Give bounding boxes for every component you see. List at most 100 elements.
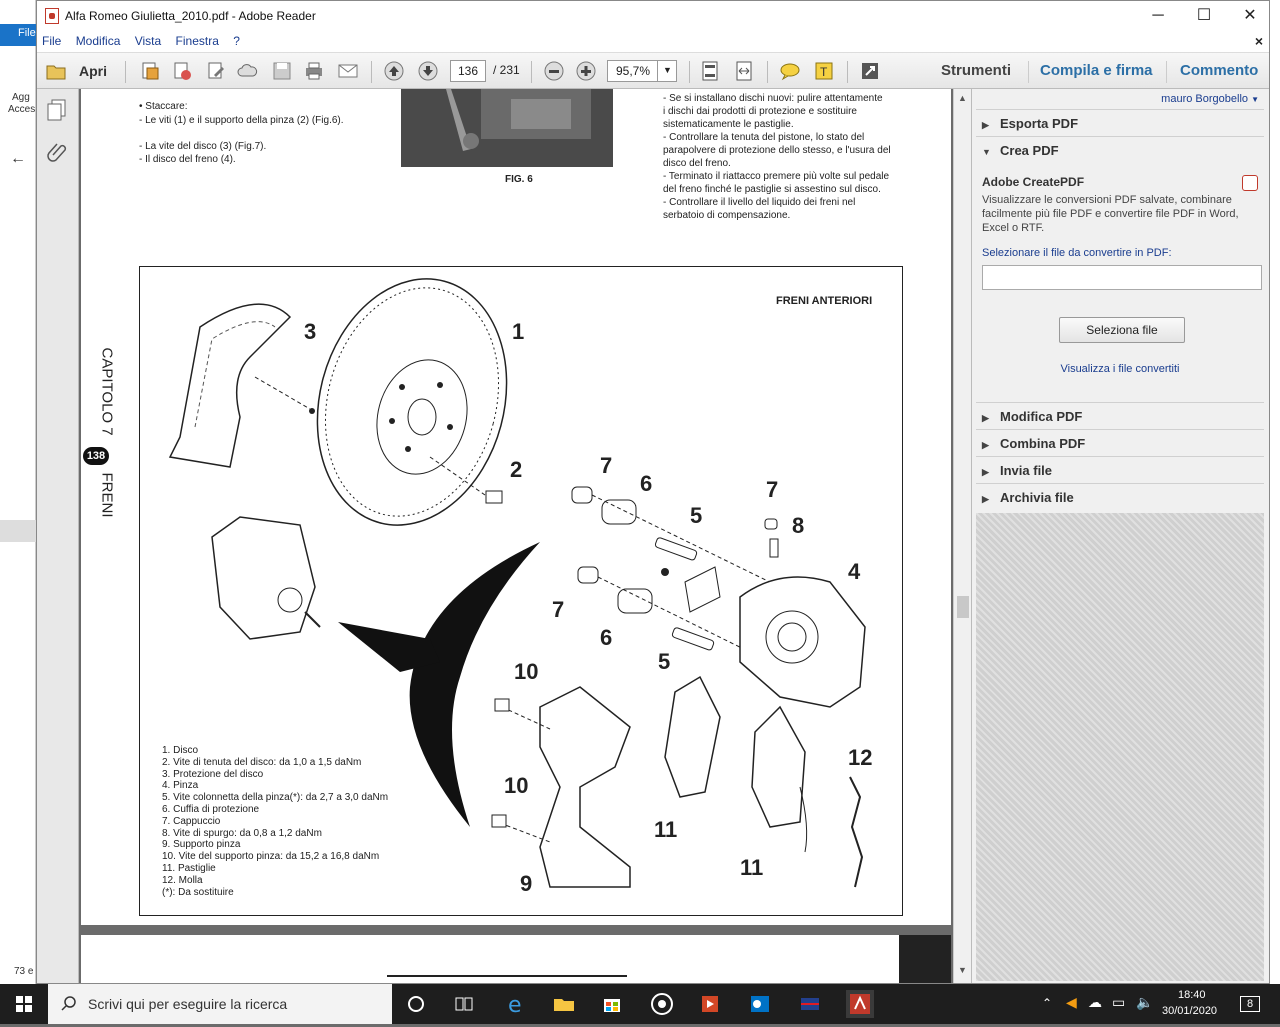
figure-caption: FIG. 6 [505,174,533,185]
close-button[interactable]: ✕ [1227,1,1273,31]
callout-4: 4 [848,559,861,584]
menu-help[interactable]: ? [228,31,246,48]
section-esporta-pdf[interactable]: ▶ Esporta PDF [976,109,1264,136]
network-icon[interactable]: ▭ [1112,994,1125,1011]
legend-item: 12. Molla [162,874,203,886]
file-explorer-icon[interactable] [550,990,578,1018]
legend-item: 8. Vite di spurgo: da 0,8 a 1,2 daNm [162,827,322,839]
scroll-up-icon[interactable]: ▲ [958,93,967,103]
next-page-icon[interactable] [417,60,439,82]
select-file-button[interactable]: Seleziona file [1059,317,1185,343]
export-pdf-icon[interactable] [171,60,193,82]
toolbar-separator [371,61,372,83]
page-number-input[interactable]: 136 [450,60,486,82]
close-document-button[interactable]: × [1255,33,1263,49]
section-combina-pdf[interactable]: ▶ Combina PDF [976,429,1264,456]
expand-arrow-icon: ▶ [982,494,989,504]
legend-item: 10. Vite del supporto pinza: da 15,2 a 1… [162,851,380,863]
highlight-icon[interactable]: T [813,60,835,82]
comment-icon[interactable] [779,60,801,82]
tab-compila-e-firma[interactable]: Compila e firma [1040,62,1153,79]
previous-page-icon[interactable] [383,60,405,82]
taskbar-search-box[interactable]: Scrivi qui per eseguire la ricerca [48,984,392,1024]
minimize-button[interactable]: ─ [1135,1,1181,31]
create-pdf-description: Visualizzare le conversioni PDF salvate,… [982,194,1239,234]
windows-taskbar: Scrivi qui per eseguire la ricerca e ⌃ ◀… [0,984,1280,1024]
pdf-next-page [81,935,899,983]
user-account-menu[interactable]: mauro Borgobello ▼ [1161,93,1259,105]
email-icon[interactable] [337,60,359,82]
chevron-up-icon[interactable]: ⌃ [1042,996,1052,1010]
menu-file[interactable]: File [37,31,67,48]
page-number-badge: 138 [83,447,109,465]
notifications-icon[interactable]: 8 [1240,996,1260,1012]
navigation-panel [37,89,79,983]
fit-width-icon[interactable] [733,60,755,82]
page-text-line: - Se si installano dischi nuovi: pulire … [663,93,883,104]
menu-modifica[interactable]: Modifica [71,31,127,48]
legend-item: 5. Vite colonnetta della pinza(*): da 2,… [162,792,389,804]
print-icon[interactable] [303,60,325,82]
pages-thumbnail-icon[interactable] [47,99,67,121]
open-button[interactable]: Apri [79,63,107,87]
menu-vista[interactable]: Vista [130,31,167,48]
maximize-button[interactable]: ☐ [1181,1,1227,31]
back-arrow-icon[interactable]: ← [10,150,26,168]
toolbar-separator [1166,61,1167,83]
open-folder-icon[interactable] [45,60,67,82]
empty-pane-area [976,513,1264,981]
scroll-thumb[interactable] [957,596,969,618]
edit-pdf-icon[interactable] [205,60,227,82]
toolbar-separator [689,61,690,83]
cloud-upload-icon[interactable] [237,60,259,82]
document-scrollbar[interactable]: ▲ ▼ [953,89,971,983]
fit-page-icon[interactable] [699,60,721,82]
save-icon[interactable] [271,60,293,82]
adobe-reader-taskbar-icon[interactable] [846,990,874,1018]
warning-icon[interactable]: ◀ [1066,994,1077,1011]
document-view[interactable]: • Staccare: - Le viti (1) e il supporto … [79,89,953,983]
attachment-paperclip-icon[interactable] [47,141,67,163]
page-text-line: • Staccare: [139,101,188,112]
file-path-field[interactable] [982,265,1262,290]
scroll-down-icon[interactable]: ▼ [958,965,967,975]
flag-app-icon[interactable] [796,990,824,1018]
clock-time[interactable]: 18:40 [1178,989,1206,1001]
search-placeholder: Scrivi qui per eseguire la ricerca [88,996,288,1012]
powerpoint-icon[interactable] [696,990,724,1018]
section-archivia-file[interactable]: ▶ Archivia file [976,483,1264,510]
edge-icon[interactable]: e [502,990,530,1018]
create-pdf-icon[interactable] [139,60,161,82]
page-edge-shadow [899,935,951,983]
start-button[interactable] [0,984,48,1024]
background-file-menu[interactable]: File [0,24,36,46]
outlook-icon[interactable] [746,990,774,1018]
settings-icon[interactable] [1242,175,1258,191]
view-converted-files-link[interactable]: Visualizza i file convertiti [976,363,1264,375]
page-total: / 231 [493,63,520,77]
page-text-line: - Il disco del freno (4). [139,154,236,165]
windows-logo-icon [16,996,32,1012]
callout-12: 12 [848,745,873,770]
zoom-in-icon[interactable] [575,60,597,82]
tab-commento[interactable]: Commento [1180,62,1258,79]
section-modifica-pdf[interactable]: ▶ Modifica PDF [976,402,1264,429]
section-label: FRENI [98,472,116,518]
media-app-icon[interactable] [648,990,676,1018]
section-invia-file[interactable]: ▶ Invia file [976,456,1264,483]
chevron-down-icon[interactable]: ▼ [657,60,677,82]
tab-strumenti[interactable]: Strumenti [941,62,1011,79]
cortana-icon[interactable] [402,990,430,1018]
zoom-out-icon[interactable] [543,60,565,82]
brake-diagram: FRENI ANTERIORI 1 2 3 4 5 5 6 6 7 7 7 8 … [139,266,903,916]
menu-finestra[interactable]: Finestra [171,31,225,48]
onedrive-icon[interactable]: ☁ [1088,994,1102,1011]
volume-icon[interactable]: 🔈 [1136,994,1153,1011]
store-icon[interactable] [598,990,626,1018]
task-view-icon[interactable] [450,990,478,1018]
callout-7: 7 [552,597,565,622]
section-crea-pdf[interactable]: ▼ Crea PDF [976,136,1264,163]
clock-date[interactable]: 30/01/2020 [1162,1005,1217,1017]
full-screen-icon[interactable] [859,60,881,82]
callout-5: 5 [690,503,703,528]
